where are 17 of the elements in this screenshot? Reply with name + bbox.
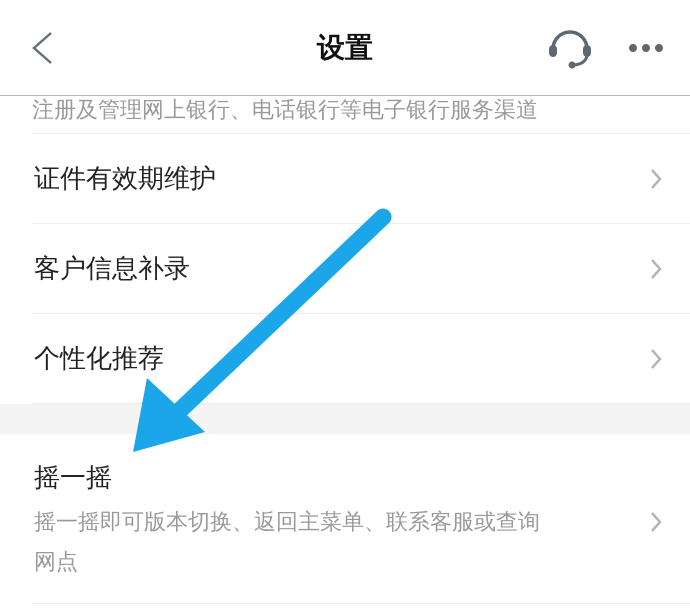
more-icon[interactable] [628,42,664,52]
chevron-right-icon [650,168,662,190]
page-title: 设置 [317,30,373,64]
settings-item[interactable]: 客户信息补录 [32,224,690,313]
chevron-right-icon [650,258,662,280]
item-title: 客户信息补录 [34,253,191,286]
item-description: 注册及管理网上银行、电话银行等电子银行服务渠道 [32,97,538,125]
chevron-right-icon [650,348,662,370]
settings-item[interactable]: 证件有效期维护 [32,134,690,223]
item-title: 个性化推荐 [34,343,165,376]
back-icon[interactable] [30,30,54,66]
item-title: 证件有效期维护 [34,163,217,196]
item-description: 摇一摇即可版本切换、返回主菜单、联系客服或查询网点 [34,509,541,577]
chevron-right-icon [650,510,662,532]
settings-item[interactable]: 摇一摇 摇一摇即可版本切换、返回主菜单、联系客服或查询网点 [32,434,690,603]
item-title: 摇一摇 [34,462,113,495]
settings-item[interactable]: 个性化推荐 [32,314,690,403]
